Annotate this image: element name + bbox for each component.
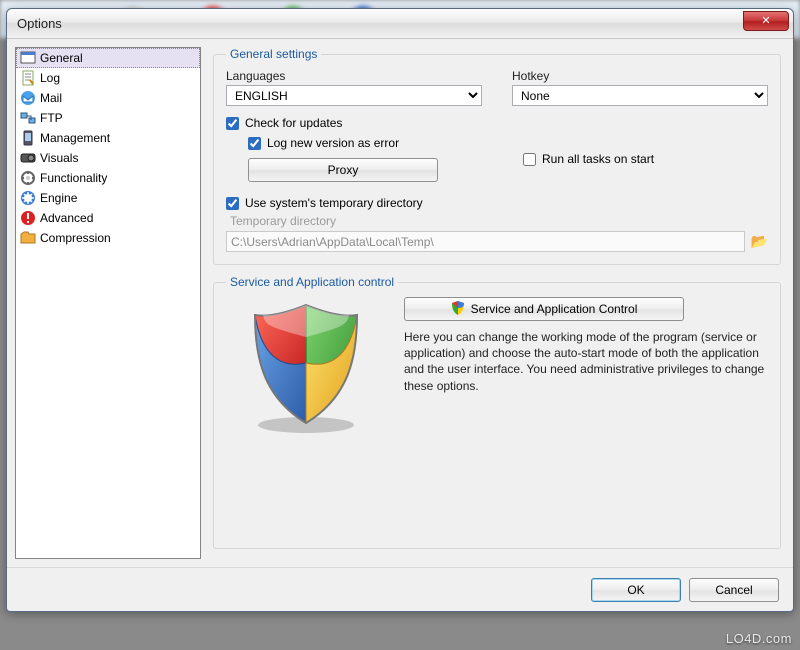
- uac-shield-icon: [451, 301, 465, 318]
- sidebar-item-label: Mail: [40, 91, 62, 105]
- run-all-tasks-checkbox[interactable]: [523, 153, 536, 166]
- run-all-tasks-label: Run all tasks on start: [542, 152, 654, 166]
- compression-icon: [20, 230, 36, 246]
- temp-dir-caption: Temporary directory: [230, 214, 768, 228]
- sidebar-item-mail[interactable]: Mail: [16, 88, 200, 108]
- languages-select[interactable]: ENGLISH: [226, 85, 482, 106]
- log-new-version-label: Log new version as error: [267, 136, 399, 150]
- cancel-button[interactable]: Cancel: [689, 578, 779, 602]
- sidebar-item-log[interactable]: Log: [16, 68, 200, 88]
- hotkey-select[interactable]: None: [512, 85, 768, 106]
- watermark: LO4D.com: [726, 631, 792, 646]
- engine-icon: [20, 190, 36, 206]
- advanced-icon: [20, 210, 36, 226]
- sidebar-item-visuals[interactable]: Visuals: [16, 148, 200, 168]
- dialog-footer: OK Cancel: [7, 567, 793, 611]
- sidebar-item-label: Management: [40, 131, 110, 145]
- service-description: Here you can change the working mode of …: [404, 329, 768, 394]
- options-dialog: Options ✕ General Log Mail FTP: [6, 8, 794, 612]
- sidebar-item-advanced[interactable]: Advanced: [16, 208, 200, 228]
- sidebar-item-engine[interactable]: Engine: [16, 188, 200, 208]
- use-temp-label: Use system's temporary directory: [245, 196, 423, 210]
- titlebar[interactable]: Options ✕: [7, 9, 793, 39]
- sidebar-item-label: Visuals: [40, 151, 78, 165]
- use-temp-checkbox[interactable]: [226, 197, 239, 210]
- general-settings-group: General settings Languages ENGLISH Hotke…: [213, 47, 781, 265]
- sidebar-item-label: General: [40, 51, 83, 65]
- ftp-icon: [20, 110, 36, 126]
- temp-dir-input: [226, 231, 745, 252]
- group-title: General settings: [226, 47, 321, 61]
- service-control-button[interactable]: Service and Application Control: [404, 297, 684, 321]
- proxy-button[interactable]: Proxy: [248, 158, 438, 182]
- management-icon: [20, 130, 36, 146]
- sidebar-item-general[interactable]: General: [16, 48, 200, 68]
- sidebar-item-ftp[interactable]: FTP: [16, 108, 200, 128]
- sidebar-item-compression[interactable]: Compression: [16, 228, 200, 248]
- check-updates-checkbox[interactable]: [226, 117, 239, 130]
- shield-image: [226, 297, 386, 437]
- group-title: Service and Application control: [226, 275, 398, 289]
- content-pane: General settings Languages ENGLISH Hotke…: [209, 47, 785, 559]
- window-icon: [20, 50, 36, 66]
- languages-label: Languages: [226, 69, 482, 83]
- log-icon: [20, 70, 36, 86]
- visuals-icon: [20, 150, 36, 166]
- log-new-version-checkbox[interactable]: [248, 137, 261, 150]
- sidebar-item-label: Compression: [40, 231, 111, 245]
- window-title: Options: [17, 16, 62, 31]
- hotkey-label: Hotkey: [512, 69, 768, 83]
- sidebar-item-label: Log: [40, 71, 60, 85]
- check-updates-label: Check for updates: [245, 116, 342, 130]
- sidebar-item-label: Functionality: [40, 171, 107, 185]
- functionality-icon: [20, 170, 36, 186]
- close-button[interactable]: ✕: [743, 11, 789, 31]
- sidebar-item-label: Engine: [40, 191, 77, 205]
- sidebar-item-label: FTP: [40, 111, 63, 125]
- browse-folder-icon[interactable]: 📂: [751, 233, 768, 250]
- sidebar-item-management[interactable]: Management: [16, 128, 200, 148]
- ok-button[interactable]: OK: [591, 578, 681, 602]
- mail-icon: [20, 90, 36, 106]
- service-control-group: Service and Application control: [213, 275, 781, 549]
- category-sidebar[interactable]: General Log Mail FTP Management Visuals: [15, 47, 201, 559]
- sidebar-item-label: Advanced: [40, 211, 93, 225]
- sidebar-item-functionality[interactable]: Functionality: [16, 168, 200, 188]
- dialog-body: General Log Mail FTP Management Visuals: [7, 39, 793, 567]
- close-icon: ✕: [761, 15, 770, 27]
